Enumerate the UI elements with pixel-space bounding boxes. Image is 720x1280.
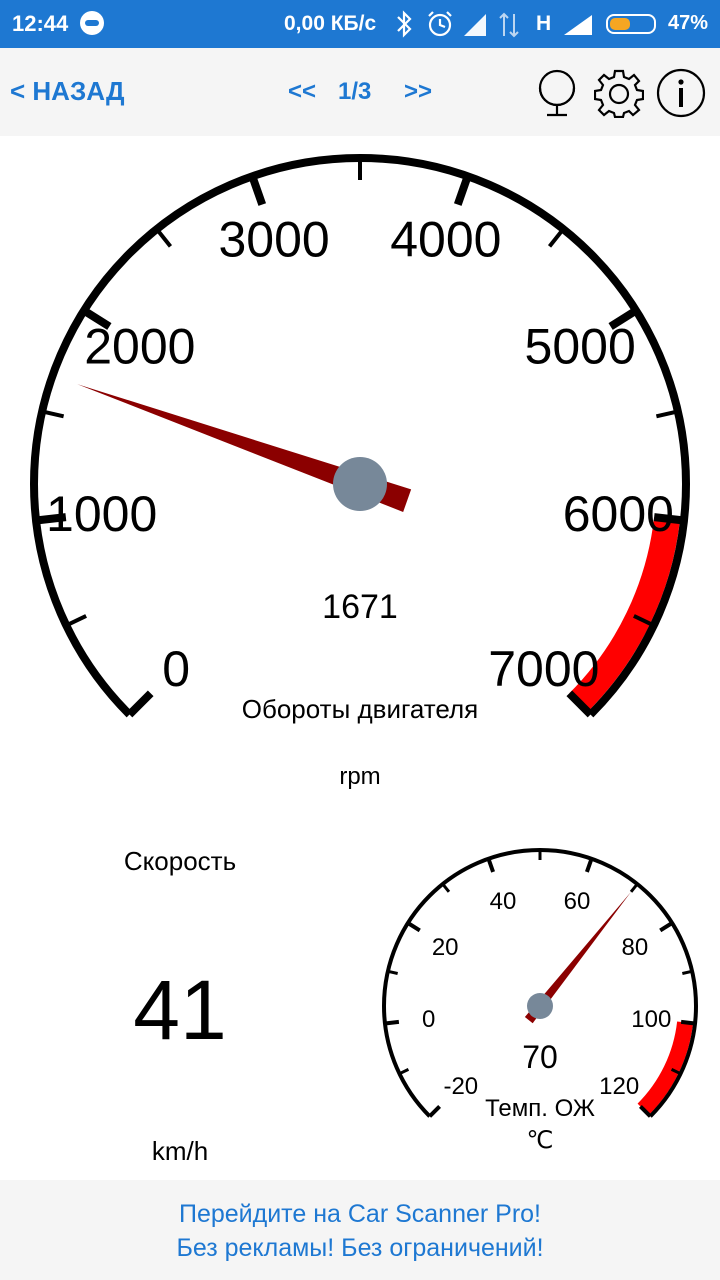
- scale-label: 80: [621, 934, 648, 961]
- rpm-needle-hub: [333, 457, 387, 511]
- speed-value: 41: [133, 963, 227, 1057]
- scale-label: 2000: [84, 319, 195, 375]
- major-tick: [453, 174, 472, 206]
- upgrade-promo-banner[interactable]: Перейдите на Car Scanner Pro! Без реклам…: [0, 1180, 720, 1280]
- scale-label: 4000: [390, 212, 501, 268]
- temp-red-zone: [637, 1021, 694, 1115]
- minor-tick: [398, 1067, 410, 1076]
- temp-value: 70: [522, 1039, 558, 1075]
- rpm-unit: rpm: [339, 763, 380, 790]
- status-icons: [397, 10, 519, 38]
- car-scanner-icon: [80, 11, 104, 35]
- status-bar: 12:44 0,00 КБ/с H 47%: [0, 0, 720, 48]
- coolant-temp-gauge: -20 0 20 40 60 80 100 120 70 Темп. ОЖ ℃: [382, 848, 698, 1154]
- status-time: 12:44: [12, 11, 69, 36]
- rpm-gauge-arc: [30, 154, 690, 718]
- red-zone-arc: [637, 1021, 694, 1115]
- battery-icon: [606, 14, 656, 34]
- signal-icon: [564, 15, 592, 35]
- scale-label: 3000: [219, 212, 330, 268]
- toolbar: < НАЗАД << 1/3 >>: [0, 48, 720, 136]
- bluetooth-icon: [397, 10, 412, 38]
- rpm-title: Обороты двигателя: [242, 694, 479, 724]
- scale-label: -20: [443, 1073, 478, 1100]
- scale-label: 120: [599, 1073, 639, 1100]
- scale-label: 6000: [563, 486, 674, 542]
- info-icon[interactable]: [656, 68, 706, 118]
- speed-label: Скорость: [123, 846, 237, 876]
- minor-tick: [155, 227, 173, 248]
- speed-unit: km/h: [151, 1136, 209, 1166]
- scale-label: 60: [564, 888, 591, 915]
- page-indicator: 1/3: [338, 78, 372, 105]
- minor-tick: [629, 883, 639, 893]
- minor-tick: [65, 614, 87, 628]
- next-page-button[interactable]: >>: [404, 78, 432, 106]
- major-tick: [428, 1104, 442, 1118]
- network-type: H: [536, 12, 552, 35]
- major-tick: [585, 858, 594, 873]
- network-speed: 0,00 КБ/с: [284, 12, 377, 35]
- temp-gauge-arc: [382, 848, 698, 1118]
- promo-line-1[interactable]: Перейдите на Car Scanner Pro!: [0, 1200, 720, 1229]
- major-tick: [659, 921, 674, 933]
- major-tick: [248, 174, 267, 206]
- minor-tick: [655, 409, 679, 419]
- previous-page-button[interactable]: <<: [288, 78, 316, 106]
- major-tick: [486, 858, 495, 873]
- scale-label: 1000: [46, 486, 157, 542]
- data-transfer-icon: [499, 12, 519, 38]
- temp-tick-marks: [384, 850, 696, 1118]
- major-tick: [126, 690, 154, 718]
- temp-unit: ℃: [527, 1127, 554, 1154]
- battery-percent: 47%: [668, 12, 709, 34]
- promo-line-2[interactable]: Без рекламы! Без ограничений!: [0, 1234, 720, 1263]
- scale-label: 100: [631, 1006, 671, 1033]
- major-tick: [406, 921, 421, 933]
- alarm-icon: [428, 11, 452, 37]
- temp-title: Темп. ОЖ: [485, 1095, 595, 1122]
- scale-label: 7000: [488, 641, 599, 697]
- gear-icon[interactable]: [594, 68, 644, 118]
- scale-label: 0: [162, 641, 190, 697]
- battery-level: [610, 18, 630, 30]
- scale-label: 5000: [525, 319, 636, 375]
- rpm-tick-marks: [35, 158, 685, 718]
- temp-needle-hub: [527, 993, 553, 1019]
- minor-tick: [547, 227, 565, 248]
- signal-icon: [464, 14, 486, 36]
- rpm-value: 1671: [322, 588, 398, 626]
- scale-label: 0: [422, 1006, 435, 1033]
- rpm-gauge: 0 1000 2000 3000 4000 5000 6000 7000 1671 Оборо…: [30, 154, 690, 790]
- major-tick: [680, 1019, 696, 1026]
- globe-icon[interactable]: [532, 68, 582, 118]
- back-button[interactable]: < НАЗАД: [10, 76, 125, 107]
- minor-tick: [41, 409, 65, 419]
- minor-tick: [441, 883, 451, 893]
- scale-label: 40: [490, 888, 517, 915]
- scale-label: 20: [432, 934, 459, 961]
- major-tick: [384, 1019, 400, 1026]
